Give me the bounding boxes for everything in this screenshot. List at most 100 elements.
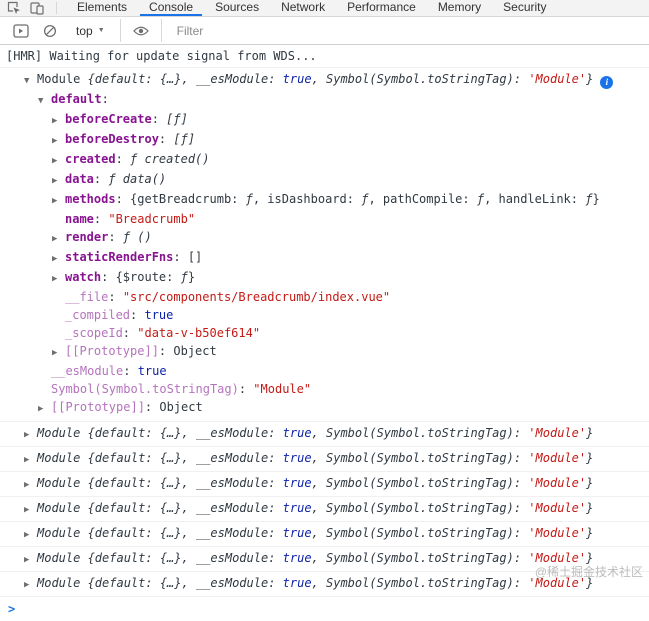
object-tree-row: __esModule: true bbox=[0, 362, 649, 380]
disclosure-triangle-icon[interactable]: ▶ bbox=[52, 344, 65, 362]
info-icon[interactable]: i bbox=[600, 75, 614, 89]
console-message-collapsed-object: ▶ Module {default: {…}, __esModule: true,… bbox=[0, 472, 649, 497]
token-it: } bbox=[586, 72, 594, 86]
token-plain: : bbox=[108, 230, 123, 244]
token-fkey: Symbol(Symbol.toStringTag) bbox=[51, 382, 239, 396]
token-str: "Module" bbox=[253, 382, 312, 396]
token-fn: [ƒ] bbox=[166, 112, 188, 126]
disclosure-triangle-icon[interactable]: ▶ bbox=[52, 152, 65, 170]
device-toolbar-icon[interactable] bbox=[30, 1, 44, 15]
token-plain: } bbox=[592, 192, 600, 206]
disclosure-triangle-icon[interactable]: ▶ bbox=[24, 552, 37, 568]
object-tree-row: ▶ render: ƒ () bbox=[0, 228, 649, 248]
disclosure-triangle-icon[interactable]: ▶ bbox=[52, 250, 65, 268]
filter-input[interactable] bbox=[176, 23, 417, 38]
token-key: name bbox=[65, 212, 94, 226]
disclosure-triangle-icon[interactable]: ▶ bbox=[52, 172, 65, 190]
object-tree-row: __file: "src/components/Breadcrumb/index… bbox=[0, 288, 649, 306]
token-str: "data-v-b50ef614" bbox=[137, 326, 261, 340]
context-selector-dropdown[interactable]: top ▼ bbox=[76, 24, 105, 38]
disclosure-triangle-icon[interactable]: ▶ bbox=[24, 452, 37, 468]
token-it: , Symbol(Symbol.toStringTag): bbox=[311, 72, 529, 86]
devtools-panel: Elements Console Sources Network Performance… bbox=[0, 0, 649, 616]
token-fn: ƒ bbox=[476, 192, 485, 206]
disclosure-triangle-icon[interactable]: ▼ bbox=[38, 92, 51, 110]
token-it: , Symbol(Symbol.toStringTag): bbox=[311, 526, 529, 540]
token-itb: true bbox=[282, 451, 312, 465]
tab-console[interactable]: Console bbox=[138, 0, 204, 16]
token-fkey: _scopeId bbox=[65, 326, 123, 340]
token-itr: 'Module' bbox=[528, 426, 587, 440]
disclosure-triangle-icon[interactable]: ▶ bbox=[52, 192, 65, 210]
token-bool: true bbox=[137, 364, 167, 378]
object-tree-row: ▼ Module {default: {…}, __esModule: true,… bbox=[0, 70, 649, 90]
disclosure-triangle-icon[interactable]: ▶ bbox=[38, 400, 51, 418]
tab-elements[interactable]: Elements bbox=[66, 0, 138, 16]
inspect-icon[interactable] bbox=[7, 1, 21, 15]
token-fn: ƒ bbox=[180, 270, 188, 284]
token-it: {default: {…}, __esModule: bbox=[87, 72, 283, 86]
token-it: } bbox=[586, 476, 594, 490]
tab-network[interactable]: Network bbox=[270, 0, 336, 16]
console-message-collapsed-object: ▶ Module {default: {…}, __esModule: true,… bbox=[0, 422, 649, 447]
log-text: [HMR] Waiting for update signal from WDS… bbox=[0, 45, 649, 67]
eye-icon[interactable] bbox=[132, 25, 149, 37]
token-plain: : bbox=[158, 132, 174, 146]
token-it: } bbox=[586, 501, 594, 515]
token-itr: 'Module' bbox=[528, 72, 587, 86]
console-sidebar-icon[interactable] bbox=[13, 23, 29, 38]
object-tree-row: ▶ data: ƒ data() bbox=[0, 170, 649, 190]
token-it: Module {default: {…}, __esModule: bbox=[37, 551, 283, 565]
object-preview-row: ▶ Module {default: {…}, __esModule: true,… bbox=[0, 522, 649, 546]
toolbar-separator bbox=[119, 19, 121, 42]
token-plain: : bbox=[130, 308, 145, 322]
tab-performance[interactable]: Performance bbox=[336, 0, 427, 16]
token-plain: : bbox=[238, 382, 254, 396]
clear-console-icon[interactable] bbox=[43, 24, 57, 38]
disclosure-triangle-icon[interactable]: ▶ bbox=[24, 477, 37, 493]
token-fn: ƒ () bbox=[122, 230, 152, 244]
token-it: Module {default: {…}, __esModule: bbox=[37, 426, 283, 440]
token-it: , Symbol(Symbol.toStringTag): bbox=[311, 426, 529, 440]
tab-sources[interactable]: Sources bbox=[204, 0, 270, 16]
console-message-expanded-object: ▼ Module {default: {…}, __esModule: true,… bbox=[0, 68, 649, 422]
disclosure-triangle-icon[interactable]: ▶ bbox=[52, 112, 65, 130]
disclosure-triangle-icon[interactable]: ▶ bbox=[24, 502, 37, 518]
tab-security[interactable]: Security bbox=[492, 0, 557, 16]
console-prompt-row[interactable]: > bbox=[0, 597, 649, 621]
token-plain: : [] bbox=[173, 250, 203, 264]
token-itb: true bbox=[282, 526, 312, 540]
console-message-collapsed-object: ▶ Module {default: {…}, __esModule: true,… bbox=[0, 497, 649, 522]
disclosure-triangle-icon[interactable]: ▼ bbox=[24, 72, 37, 90]
disclosure-triangle-icon[interactable]: ▶ bbox=[52, 132, 65, 150]
token-key: default bbox=[51, 92, 102, 106]
token-fn: ƒ created() bbox=[130, 152, 210, 166]
object-preview-row: ▶ Module {default: {…}, __esModule: true,… bbox=[0, 472, 649, 496]
token-fn: ƒ bbox=[245, 192, 253, 206]
token-plain: } bbox=[187, 270, 196, 284]
token-plain: : Object bbox=[144, 400, 203, 414]
token-plain: : bbox=[108, 290, 123, 304]
token-key: methods bbox=[65, 192, 116, 206]
disclosure-triangle-icon[interactable]: ▶ bbox=[24, 527, 37, 543]
token-it: , Symbol(Symbol.toStringTag): bbox=[311, 501, 529, 515]
console-prompt-chevron-icon: > bbox=[8, 602, 16, 616]
token-plain: , handleLink: bbox=[484, 192, 586, 206]
token-plain: : bbox=[93, 212, 109, 226]
object-preview-row: ▶ Module {default: {…}, __esModule: true,… bbox=[0, 447, 649, 471]
object-tree-row: name: "Breadcrumb" bbox=[0, 210, 649, 228]
token-key: beforeDestroy bbox=[65, 132, 159, 146]
disclosure-triangle-icon[interactable]: ▶ bbox=[24, 427, 37, 443]
disclosure-triangle-icon[interactable]: ▶ bbox=[24, 577, 37, 593]
token-it: } bbox=[586, 526, 594, 540]
token-plain: , isDashboard: bbox=[252, 192, 362, 206]
object-tree-row: ▶ created: ƒ created() bbox=[0, 150, 649, 170]
token-it: Module {default: {…}, __esModule: bbox=[37, 451, 283, 465]
disclosure-triangle-icon[interactable]: ▶ bbox=[52, 230, 65, 248]
token-it: } bbox=[586, 426, 594, 440]
disclosure-triangle-icon[interactable]: ▶ bbox=[52, 270, 65, 288]
token-itr: 'Module' bbox=[528, 451, 587, 465]
toolbar-separator bbox=[160, 19, 162, 42]
tab-memory[interactable]: Memory bbox=[427, 0, 492, 16]
token-it: , Symbol(Symbol.toStringTag): bbox=[311, 551, 529, 565]
